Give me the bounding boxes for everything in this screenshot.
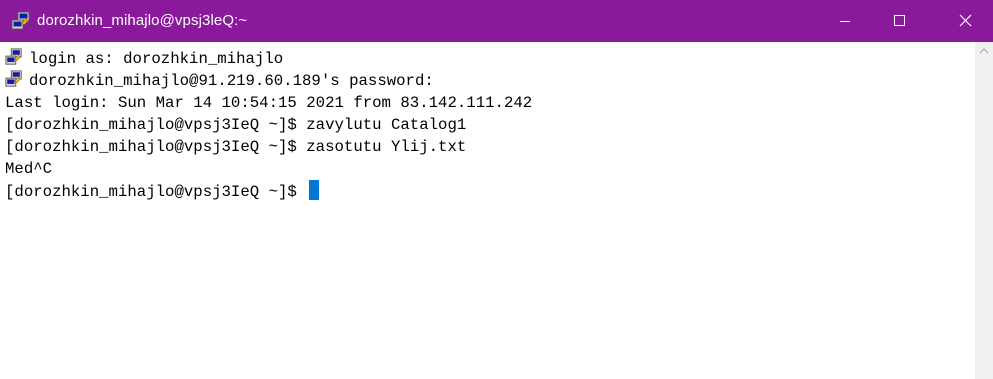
chevron-up-icon	[979, 48, 989, 54]
maximize-button[interactable]	[876, 0, 922, 42]
terminal-line: Last login: Sun Mar 14 10:54:15 2021 fro…	[5, 94, 533, 112]
terminal-line: Med^C	[5, 160, 53, 178]
terminal-prompt: [dorozhkin_mihajlo@vpsj3IeQ ~]$	[5, 183, 307, 201]
terminal-line-text: login as: dorozhkin_mihajlo	[29, 50, 284, 68]
title-bar[interactable]: dorozhkin_mihajlo@vpsj3leQ:~	[0, 0, 993, 42]
terminal-prompt-line: [dorozhkin_mihajlo@vpsj3IeQ ~]$	[5, 180, 320, 202]
terminal-line: dorozhkin_mihajlo@91.219.60.189's passwo…	[5, 70, 434, 92]
window-title: dorozhkin_mihajlo@vpsj3leQ:~	[37, 12, 248, 29]
vertical-scrollbar[interactable]	[975, 42, 993, 379]
terminal-line: login as: dorozhkin_mihajlo	[5, 48, 283, 70]
putty-icon[interactable]	[11, 11, 31, 31]
minimize-button[interactable]	[822, 0, 868, 42]
terminal-cursor	[309, 180, 320, 200]
terminal-line: [dorozhkin_mihajlo@vpsj3IeQ ~]$ zavylutu…	[5, 116, 467, 134]
maximize-icon	[894, 15, 905, 26]
terminal-line-text: dorozhkin_mihajlo@91.219.60.189's passwo…	[29, 72, 434, 90]
close-icon	[959, 14, 972, 27]
terminal-line: [dorozhkin_mihajlo@vpsj3IeQ ~]$ zasotutu…	[5, 138, 467, 156]
close-button[interactable]	[947, 0, 993, 42]
putty-icon	[5, 70, 23, 88]
minimize-icon	[840, 21, 850, 22]
terminal-area[interactable]: login as: dorozhkin_mihajlo dorozhkin_mi…	[0, 42, 975, 379]
putty-icon	[5, 48, 23, 66]
putty-window: dorozhkin_mihajlo@vpsj3leQ:~ login as: d…	[0, 0, 993, 379]
scroll-up-button[interactable]	[975, 42, 993, 60]
